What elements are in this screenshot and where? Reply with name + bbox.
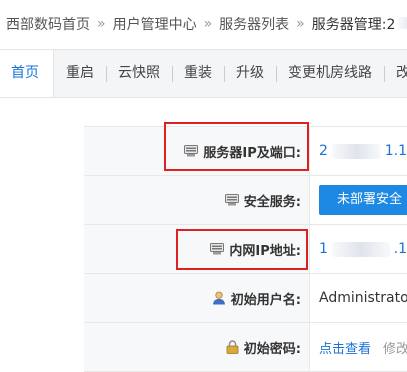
server-ip-suffix: 1.1 (384, 143, 407, 159)
row-initial-password: 初始密码: 点击查看 修改 (84, 323, 407, 372)
view-password-link[interactable]: 点击查看 (319, 338, 371, 357)
change-password-link[interactable]: 修改 (383, 338, 407, 357)
breadcrumb-server-list[interactable]: 服务器列表 (219, 14, 289, 34)
initial-password-label-cell: 初始密码: (84, 323, 310, 371)
intranet-ip-suffix: .1 (393, 241, 407, 257)
deploy-security-button[interactable]: 未部署安全 (319, 185, 407, 215)
intranet-ip-value: 1 .1 (310, 225, 407, 273)
security-service-value: 未部署安全 (310, 176, 407, 224)
breadcrumb-separator: » (296, 16, 305, 32)
initial-password-value: 点击查看 修改 (310, 323, 407, 371)
tab-cloud-snapshot[interactable]: 云快照 (106, 50, 172, 97)
breadcrumb-current-label: 服务器管理:2 (311, 17, 396, 33)
security-service-label: 安全服务: (243, 194, 301, 210)
redacted-area (331, 241, 390, 257)
lock-icon (226, 340, 239, 354)
initial-username-label-cell: 初始用户名: (84, 274, 310, 322)
initial-username-value: Administrator (319, 290, 407, 306)
breadcrumb-separator: » (203, 16, 213, 32)
server-ip-port-value: 2 1.1 (310, 127, 407, 175)
breadcrumb-separator: » (97, 16, 106, 32)
redacted-area (398, 17, 407, 29)
initial-password-label: 初始密码: (243, 341, 301, 357)
row-initial-username: 初始用户名: Administrator (84, 274, 407, 323)
highlight-box-intranet-ip (176, 229, 308, 270)
row-security-service: 安全服务: 未部署安全 (84, 176, 407, 225)
server-ip-prefix: 2 (319, 143, 328, 159)
server-icon (224, 194, 239, 206)
tab-home[interactable]: 首页 (0, 50, 54, 97)
breadcrumb: 西部数码首页 » 用户管理中心 » 服务器列表 » 服务器管理:21 (0, 0, 407, 48)
server-action-tabs: 首页 重启 云快照 重装 升级 变更机房线路 改密 (0, 49, 407, 98)
user-icon (212, 291, 226, 305)
breadcrumb-home[interactable]: 西部数码首页 (6, 14, 90, 34)
security-label-cell: 安全服务: (84, 176, 310, 224)
tab-upgrade[interactable]: 升级 (224, 50, 276, 97)
breadcrumb-user-center[interactable]: 用户管理中心 (113, 14, 197, 34)
breadcrumb-current: 服务器管理:21 (312, 14, 407, 34)
initial-username-label: 初始用户名: (230, 292, 301, 308)
highlight-box-server-ip (164, 122, 309, 171)
redacted-area (331, 143, 381, 159)
tab-reinstall[interactable]: 重装 (172, 50, 224, 97)
tab-change-datacenter-line[interactable]: 变更机房线路 (276, 50, 384, 97)
tab-reboot[interactable]: 重启 (54, 50, 106, 97)
intranet-ip-prefix: 1 (319, 241, 328, 257)
tab-change-password[interactable]: 改密 (384, 50, 407, 97)
